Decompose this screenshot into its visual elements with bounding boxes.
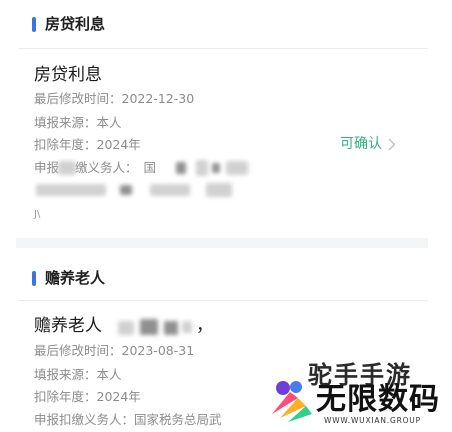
withholder-partial-char: 国: [143, 160, 157, 175]
section-gap: [16, 238, 428, 248]
chevron-right-icon: [388, 138, 396, 151]
card-title-elderly: 赡养老人: [34, 315, 102, 337]
watermark-logo-icon: [272, 381, 312, 422]
deduction-year: 扣除年度：2024年: [34, 137, 141, 152]
section-title-elderly: 赡养老人: [45, 269, 106, 287]
section-title-mortgage: 房贷利息: [45, 15, 106, 33]
card-title-text: 赡养老人: [34, 316, 102, 336]
section-accent-bar: [32, 271, 36, 286]
redaction-mask: [226, 161, 248, 175]
redaction-mask: [58, 161, 76, 175]
watermark: 驼手手游 无限数码 WWW.WUXIAN.GROUP: [268, 362, 452, 432]
withholder-prefix: 申报: [34, 160, 60, 175]
confirm-label: 可确认: [340, 136, 382, 152]
section-header-elderly: 赡养老人: [0, 258, 452, 298]
divider: [18, 300, 428, 301]
redaction-mask: [212, 163, 220, 173]
confirm-button[interactable]: 可确认: [340, 135, 396, 153]
fill-source: 填报来源：本人: [34, 115, 122, 130]
card-title-mortgage: 房贷利息: [34, 65, 102, 85]
section-accent-bar: [32, 17, 36, 32]
section-header-mortgage: 房贷利息: [0, 4, 452, 44]
withholder-label: 缴义务人：: [75, 160, 138, 175]
redaction-mask: [118, 321, 134, 335]
watermark-main-text: 无限数码: [316, 382, 440, 417]
redaction-mask: [182, 321, 192, 333]
redaction-mask: [206, 183, 232, 197]
redaction-mask: [36, 184, 106, 196]
redaction-mask: [120, 185, 132, 195]
watermark-url: WWW.WUXIAN.GROUP: [324, 416, 421, 425]
redaction-mask: [176, 162, 186, 174]
withholder-row: 申报扣缴义务人：国家税务总局武: [34, 412, 222, 427]
redaction-mask: [164, 321, 178, 335]
redaction-mask: [150, 184, 190, 196]
card-title-suffix: ，: [196, 316, 213, 336]
deduction-year: 扣除年度：2024年: [34, 389, 141, 404]
modified-time: 最后修改时间：2022-12-30: [34, 91, 195, 106]
redaction-mask: [140, 319, 158, 335]
fill-source: 填报来源：本人: [34, 367, 122, 382]
divider: [18, 48, 428, 49]
redaction-mask: [196, 160, 208, 176]
withholder-overflow: J\: [34, 209, 41, 220]
withholder-row: 申报 缴义务人： 国: [34, 159, 156, 177]
modified-time: 最后修改时间：2023-08-31: [34, 343, 195, 358]
